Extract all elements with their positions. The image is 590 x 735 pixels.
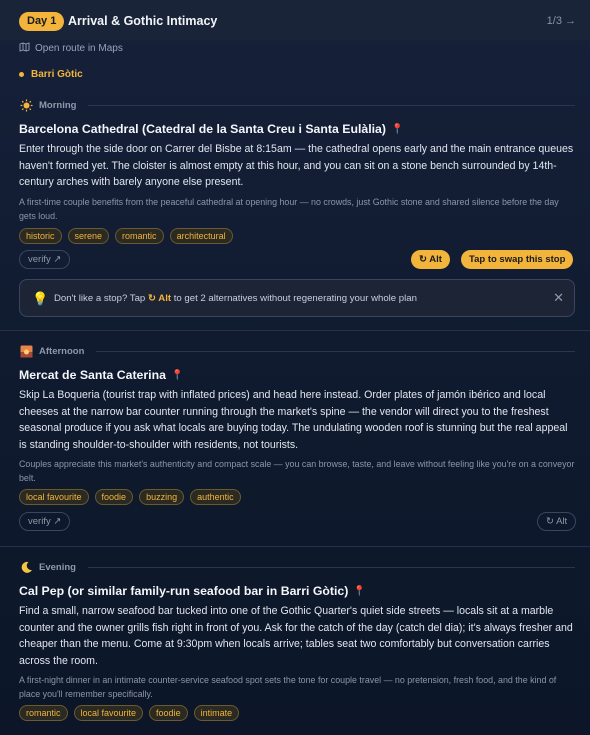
verify-button[interactable]: verify ↗ xyxy=(19,512,71,531)
slot-divider xyxy=(88,104,575,106)
stop-description: Find a small, narrow seafood bar tucked … xyxy=(19,605,573,667)
tag: romantic xyxy=(19,705,68,721)
tag: foodie xyxy=(94,489,134,505)
pin-icon: 📍 xyxy=(390,123,404,135)
day-title: Arrival & Gothic Intimacy xyxy=(68,14,218,28)
pin-icon: 📍 xyxy=(353,585,366,597)
section-divider xyxy=(0,546,590,547)
alt-button[interactable]: ↻ Alt xyxy=(537,512,577,531)
stop-note: A first-time couple benefits from the pe… xyxy=(19,197,559,221)
stop-tags: historic serene romantic architectural xyxy=(19,228,233,244)
slot-divider xyxy=(96,350,575,352)
area-header: Barri Gòtic xyxy=(19,69,83,80)
sunset-icon xyxy=(19,344,33,358)
day-badge: Day 1 xyxy=(19,12,65,31)
slot-divider xyxy=(87,566,575,568)
stop-title-text: Barcelona Cathedral (Catedral de la Sant… xyxy=(19,122,386,136)
banner-text: Don't like a stop? Tap ↻ Alt to get 2 al… xyxy=(54,293,417,304)
map-icon xyxy=(19,42,30,55)
stop-title-text: Cal Pep (or similar family-run seafood b… xyxy=(19,584,349,598)
slot-label: Evening xyxy=(39,561,76,573)
tag: intimate xyxy=(193,705,240,721)
sun-icon xyxy=(19,98,33,112)
close-icon[interactable]: ✕ xyxy=(553,290,564,306)
tag: local favourite xyxy=(73,705,144,721)
tag: architectural xyxy=(169,228,233,244)
open-maps-link[interactable]: Open route in Maps xyxy=(19,42,123,55)
tag: buzzing xyxy=(139,489,185,505)
tag: authentic xyxy=(190,489,241,505)
slot-afternoon: Afternoon xyxy=(19,344,575,358)
area-dot xyxy=(19,72,24,77)
day-header: Day 1 Arrival & Gothic Intimacy 1/3 → xyxy=(0,0,590,40)
slot-label: Afternoon xyxy=(39,345,85,357)
slot-morning: Morning xyxy=(19,98,575,112)
open-maps-label: Open route in Maps xyxy=(35,43,123,54)
pin-icon: 📍 xyxy=(170,369,184,381)
day-pager[interactable]: 1/3 → xyxy=(547,15,576,27)
tag: historic xyxy=(19,228,62,244)
alt-button[interactable]: ↻ Alt xyxy=(411,250,450,269)
alt-hint-banner: 💡 Don't like a stop? Tap ↻ Alt to get 2 … xyxy=(19,279,575,317)
tag: romantic xyxy=(115,228,164,244)
tag: serene xyxy=(67,228,110,244)
verify-button[interactable]: verify ↗ xyxy=(19,250,71,269)
lightbulb-icon: 💡 xyxy=(32,291,49,306)
area-label: Barri Gòtic xyxy=(31,69,83,80)
banner-alt-label: ↻ Alt xyxy=(147,293,172,304)
stop-title-text: Mercat de Santa Caterina xyxy=(19,368,166,382)
swap-tooltip: Tap to swap this stop xyxy=(461,250,574,269)
stop-tags: local favourite foodie buzzing authentic xyxy=(19,489,241,505)
tag: local favourite xyxy=(19,489,89,505)
stop-note: A first-night dinner in an intimate coun… xyxy=(19,675,557,699)
slot-evening: Evening xyxy=(19,560,575,574)
stop-description: Enter through the side door on Carrer de… xyxy=(19,143,574,188)
stop-description: Skip La Boqueria (tourist trap with infl… xyxy=(19,389,568,451)
stop-title[interactable]: Cal Pep (or similar family-run seafood b… xyxy=(19,584,366,598)
section-divider xyxy=(0,330,590,331)
stop-note: Couples appreciate this market's authent… xyxy=(19,459,575,483)
stop-title[interactable]: Barcelona Cathedral (Catedral de la Sant… xyxy=(19,122,403,136)
slot-label: Morning xyxy=(39,99,77,111)
tag: foodie xyxy=(149,705,188,721)
stop-title[interactable]: Mercat de Santa Caterina 📍 xyxy=(19,368,183,382)
moon-icon xyxy=(19,560,33,574)
stop-tags: romantic local favourite foodie intimate xyxy=(19,705,240,721)
